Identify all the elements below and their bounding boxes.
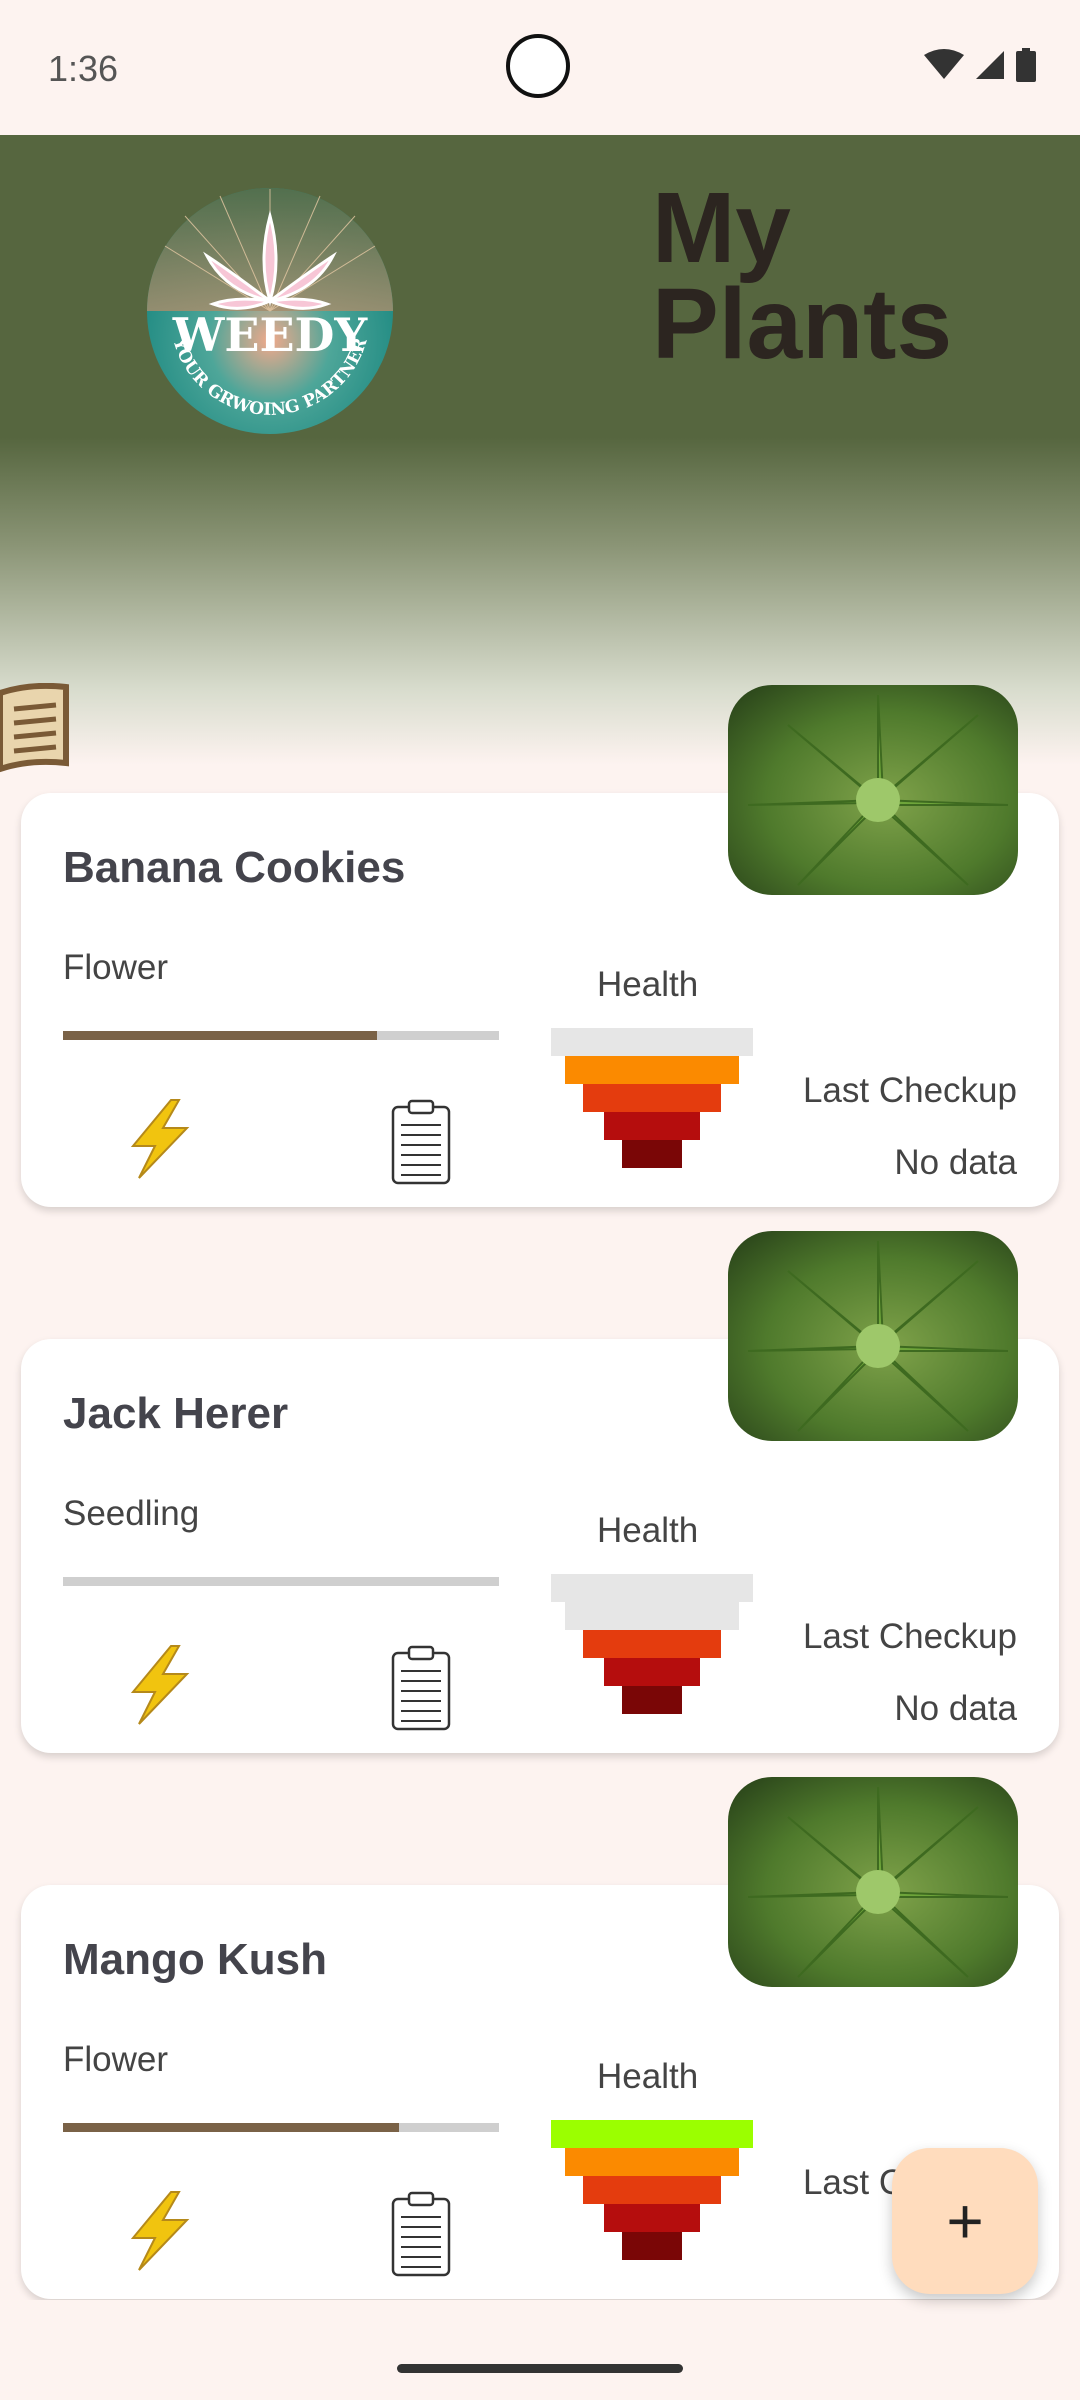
clipboard-icon[interactable] (389, 2189, 453, 2277)
health-level-1 (622, 1686, 682, 1714)
health-meter (551, 1028, 753, 1168)
health-level-1 (622, 2232, 682, 2260)
battery-icon (1016, 48, 1036, 82)
add-plant-button[interactable]: + (892, 2148, 1038, 2294)
health-label: Health (597, 2057, 699, 2096)
plant-name: Mango Kush (63, 1935, 327, 1984)
health-level-3 (583, 1084, 721, 1112)
health-meter (551, 1574, 753, 1714)
lightning-bolt-icon[interactable] (121, 1098, 197, 1180)
health-label: Health (597, 1511, 699, 1550)
plus-icon: + (946, 2185, 984, 2257)
last-checkup-value: No data (894, 1689, 1017, 1728)
status-bar: 1:36 (0, 0, 1080, 135)
health-level-5 (551, 1574, 753, 1602)
book-icon[interactable] (0, 683, 72, 773)
health-level-3 (583, 2176, 721, 2204)
health-meter (551, 2120, 753, 2260)
health-level-2 (604, 1112, 700, 1140)
svg-text:WEEDY: WEEDY (172, 308, 369, 362)
status-icons (924, 48, 1036, 82)
plant-name: Jack Herer (63, 1389, 289, 1438)
health-level-4 (565, 1602, 739, 1630)
signal-icon (976, 51, 1004, 79)
growth-progress (63, 1577, 499, 1586)
health-level-2 (604, 1658, 700, 1686)
lightning-bolt-icon[interactable] (121, 2190, 197, 2272)
navigation-handle[interactable] (397, 2364, 683, 2373)
weedy-logo: WEEDY YOUR GRWOING PARTNER (147, 188, 393, 434)
last-checkup-label: Last Checkup (802, 1071, 1017, 1110)
health-level-2 (604, 2204, 700, 2232)
page-title: My Plants (652, 172, 953, 380)
health-level-1 (622, 1140, 682, 1168)
clipboard-icon[interactable] (389, 1643, 453, 1731)
plant-photo[interactable] (728, 1777, 1018, 1987)
growth-stage: Flower (63, 2040, 169, 2079)
plant-photo[interactable] (728, 685, 1018, 895)
health-level-4 (565, 2148, 739, 2176)
growth-stage: Seedling (63, 1494, 200, 1533)
plant-name: Banana Cookies (63, 843, 406, 892)
last-checkup-value: No data (894, 1143, 1017, 1182)
last-checkup-label: Last Checkup (802, 1617, 1017, 1656)
growth-stage: Flower (63, 948, 169, 987)
health-level-5 (551, 2120, 753, 2148)
clipboard-icon[interactable] (389, 1097, 453, 1185)
growth-progress-fill (63, 2123, 399, 2132)
growth-progress (63, 1031, 499, 1040)
health-level-3 (583, 1630, 721, 1658)
status-time: 1:36 (48, 48, 119, 89)
health-level-4 (565, 1056, 739, 1084)
camera-cutout (506, 34, 570, 98)
growth-progress (63, 2123, 499, 2132)
lightning-bolt-icon[interactable] (121, 1644, 197, 1726)
health-label: Health (597, 965, 699, 1004)
growth-progress-fill (63, 1031, 377, 1040)
health-level-5 (551, 1028, 753, 1056)
wifi-icon (924, 49, 964, 79)
plant-photo[interactable] (728, 1231, 1018, 1441)
